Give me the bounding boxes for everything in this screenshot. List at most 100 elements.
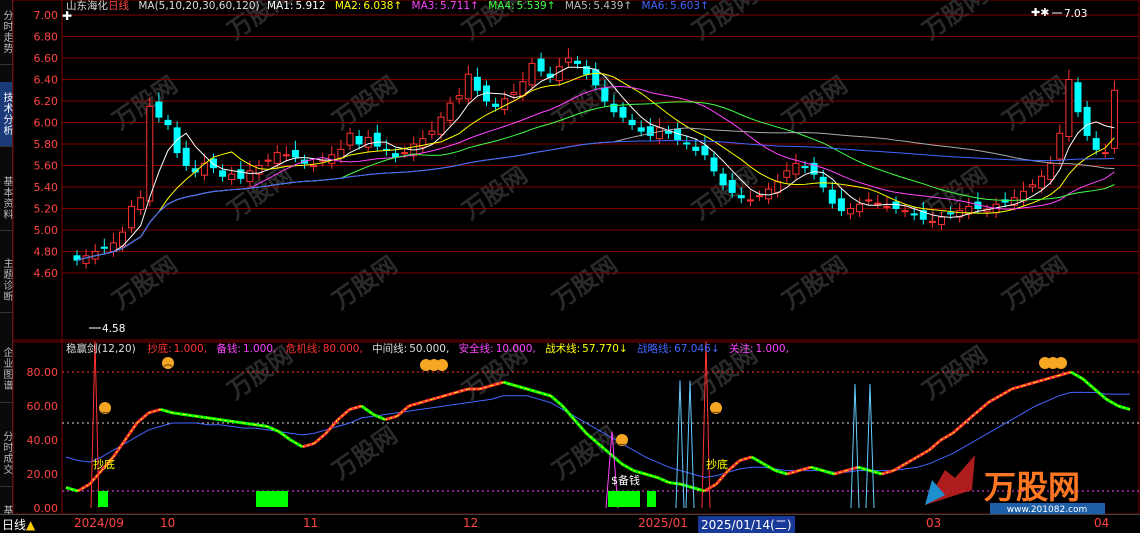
candle-down	[683, 142, 691, 145]
candle-down	[592, 69, 600, 86]
ma6-value: 5.603↑	[670, 0, 709, 12]
low-price-label: 4.58	[102, 323, 125, 335]
ind-guanzhu-name: 关注:	[729, 342, 754, 355]
price-tick-label: 6.80	[34, 31, 59, 44]
candle-up	[874, 202, 882, 205]
ma-label: MA(5,10,20,30,60,120)	[138, 0, 259, 12]
watermark-text: 万股网	[327, 421, 402, 485]
candle-down	[719, 173, 727, 186]
candle-down	[619, 106, 627, 118]
svg-text:山东海化日线 MA(5,10,20,30,60,12: 山东海化日线 MA(5,10,20,30,60,120) MA1: 5.912 M…	[66, 0, 709, 12]
svg-text:︵: ︵	[164, 359, 172, 368]
time-label: 10	[160, 516, 176, 530]
price-tick-label: 6.60	[34, 52, 59, 65]
ind-chaodi-name: 抄底:	[147, 342, 172, 355]
candle-down	[1083, 106, 1091, 136]
candle-up	[746, 199, 754, 202]
candle-up	[938, 216, 945, 226]
candle-up	[847, 208, 854, 215]
time-label: 04	[1094, 516, 1110, 530]
candle-down	[628, 119, 636, 126]
guanzhu-spike	[865, 383, 875, 509]
candle-down	[637, 127, 645, 132]
period-selector[interactable]: 日线▲	[2, 516, 35, 533]
ind-zhanlue-value: 67.046↓	[674, 343, 720, 355]
ind-zhanlue-name: 战略线:	[637, 342, 672, 355]
candle-up	[401, 152, 409, 155]
candle-up	[146, 105, 154, 202]
candle-up	[774, 181, 782, 193]
candle-up	[1056, 132, 1064, 160]
candle-down	[892, 201, 900, 210]
candle-down	[910, 213, 918, 216]
price-tick-label: 6.00	[34, 117, 59, 130]
ma5-name: MA5:	[565, 0, 591, 12]
time-axis-bar: 日线▲ 2024/09 10 11 12 2025/01 2025/01/14(…	[0, 514, 1140, 533]
candle-up	[792, 162, 800, 175]
candle-up	[528, 62, 536, 86]
candle-down	[100, 246, 108, 249]
candle-down	[701, 145, 709, 156]
candle-down	[728, 180, 736, 193]
kline-chart[interactable]: 万股网 万股网 万股网 万股网万股网 万股网 万股网 万股网 万股网万股网 万股网 万股网 万股网万…	[0, 0, 1140, 531]
candle-up	[883, 205, 891, 208]
guanzhu-spike	[675, 380, 685, 509]
candle-up	[437, 116, 445, 135]
candle-up	[756, 195, 763, 198]
logo-text: 万股网	[984, 468, 1080, 506]
smile-face-icon: ‿	[616, 434, 628, 446]
candle-up	[137, 197, 145, 211]
tactical-line-overlay	[656, 476, 670, 483]
tactical-line-segment	[360, 404, 375, 416]
candle-up	[564, 57, 572, 63]
ind-weiji-value: 80.000,	[323, 343, 363, 355]
sad-face-group-icon	[1039, 357, 1067, 369]
guanzhu-spike	[850, 383, 860, 509]
price-tick-label: 7.00	[34, 9, 59, 22]
ma2-name: MA2:	[335, 0, 361, 12]
candle-up	[1038, 175, 1046, 189]
candle-down	[291, 149, 299, 158]
candle-down	[710, 157, 718, 172]
candle-down	[164, 119, 172, 126]
svg-text:‿: ‿	[101, 404, 109, 413]
candle-up	[428, 130, 436, 135]
candle-up	[464, 73, 472, 100]
candle-up	[228, 173, 236, 180]
candle-up	[246, 170, 254, 183]
cursor-cross-icon: ✚	[62, 9, 72, 23]
indicator-tick-label: 20.00	[27, 468, 59, 481]
wangu-logo: 万股网 www.201082.com	[925, 455, 1105, 515]
ind-anquan-name: 安全线:	[459, 342, 494, 355]
ma5-value: 5.439↑	[593, 0, 632, 12]
candle-up	[82, 255, 90, 264]
ma4-value: 5.539↑	[517, 0, 556, 12]
tactical-line-segment	[336, 408, 351, 421]
price-tick-label: 6.40	[34, 74, 59, 87]
price-tick-label: 4.80	[34, 246, 59, 259]
svg-text:‿: ‿	[618, 436, 626, 445]
ma1-name: MA1:	[267, 0, 293, 12]
smile-face-icon: ‿	[99, 402, 111, 414]
time-label: 2025/01	[638, 516, 688, 530]
candle-down	[492, 103, 500, 107]
signal-block	[647, 491, 656, 507]
price-tick-label: 6.20	[34, 95, 59, 108]
candle-down	[373, 132, 381, 147]
time-label: 03	[926, 516, 942, 530]
cursor-date: 2025/01/14(二)	[698, 516, 795, 533]
chaodi-label-2: 抄底	[706, 457, 728, 471]
indicator-params: (12,20)	[98, 343, 136, 355]
candle-down	[237, 169, 245, 179]
candle-up	[128, 205, 136, 229]
price-tick-label: 4.60	[34, 267, 59, 280]
watermark-text: 万股网	[327, 71, 402, 135]
smile-face-icon: ‿	[710, 402, 722, 414]
indicator-name: 稳赢剑	[66, 342, 98, 355]
tactical-line-segment	[951, 421, 966, 435]
watermark-text: 万股网	[777, 71, 852, 135]
ind-beiqian-value: 1.000,	[243, 343, 276, 355]
ma1-value: 5.912	[295, 0, 325, 12]
candle-up	[1029, 184, 1036, 188]
candle-down	[601, 87, 609, 102]
